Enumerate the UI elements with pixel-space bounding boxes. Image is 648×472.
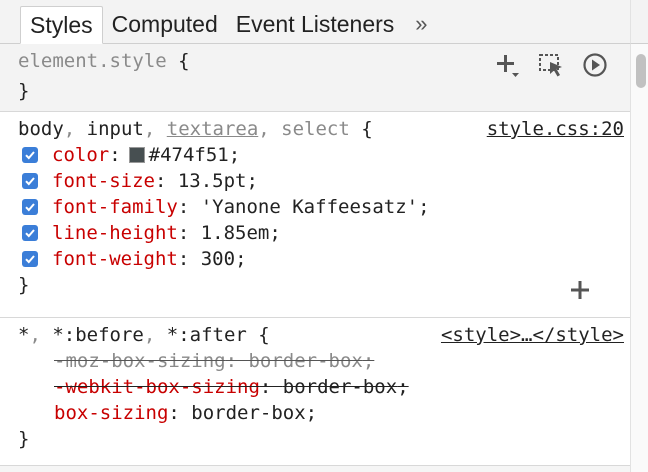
property-name[interactable]: color	[52, 142, 109, 168]
tab-styles[interactable]: Styles	[20, 6, 103, 44]
property-checkbox[interactable]	[22, 225, 38, 241]
plus-icon[interactable]	[568, 278, 592, 302]
property-value[interactable]: 1.85em	[201, 220, 270, 246]
tab-bar-corner	[630, 0, 648, 44]
open-brace: {	[178, 50, 190, 72]
open-brace: {	[361, 118, 373, 140]
property-row: font-weight: 300;	[22, 246, 247, 272]
vertical-scrollbar[interactable]	[630, 44, 648, 472]
property-value[interactable]: 'Yanone Kaffeesatz'	[201, 194, 418, 220]
selector-after[interactable]: *:after	[167, 324, 247, 346]
property-name[interactable]: -webkit-box-sizing	[54, 374, 260, 400]
selector-textarea[interactable]: textarea	[167, 118, 259, 140]
rule-selector-line: *, *:before, *:after {	[18, 324, 270, 346]
selector-universal[interactable]: *	[18, 324, 29, 346]
color-swatch[interactable]	[128, 147, 145, 163]
property-value[interactable]: border-box	[191, 400, 305, 426]
property-name[interactable]: -moz-box-sizing	[54, 348, 226, 374]
property-name[interactable]: line-height	[52, 220, 178, 246]
style-toolbar	[492, 50, 610, 80]
close-brace[interactable]: }	[18, 272, 29, 298]
tab-event-listeners[interactable]: Event Listeners	[227, 6, 404, 44]
animations-icon[interactable]	[580, 50, 610, 80]
close-brace[interactable]: }	[18, 78, 29, 104]
rule-style-css: body, input, textarea, select { style.cs…	[0, 112, 630, 318]
property-row: box-sizing: border-box;	[54, 400, 318, 426]
property-value[interactable]: 13.5pt	[178, 168, 247, 194]
property-row: font-family: 'Yanone Kaffeesatz';	[22, 194, 430, 220]
selector-select[interactable]: select	[281, 118, 350, 140]
element-state-icon[interactable]	[536, 50, 566, 80]
property-name[interactable]: box-sizing	[54, 400, 168, 426]
property-value[interactable]: border-box	[248, 348, 362, 374]
panel-tab-bar: Styles Computed Event Listeners »	[0, 0, 630, 44]
property-row: color: #474f51;	[22, 142, 240, 168]
element-style-header: element.style {	[18, 48, 190, 74]
property-value[interactable]: #474f51	[149, 142, 229, 168]
rule-inline-style: *, *:before, *:after { <style>…</style> …	[0, 318, 630, 466]
tab-computed[interactable]: Computed	[103, 6, 227, 44]
property-checkbox[interactable]	[22, 199, 38, 215]
element-style-section: element.style { }	[0, 44, 630, 112]
property-row-overridden: -moz-box-sizing: border-box;	[54, 348, 375, 374]
selector-input[interactable]: input	[87, 118, 144, 140]
property-checkbox[interactable]	[22, 173, 38, 189]
more-tabs-chevron-icon[interactable]: »	[403, 6, 439, 44]
close-brace[interactable]: }	[18, 426, 29, 452]
rule-selector-line: body, input, textarea, select {	[18, 118, 373, 140]
next-rule-partial	[0, 466, 630, 472]
selector-before[interactable]: *:before	[52, 324, 144, 346]
element-style-selector: element.style	[18, 50, 167, 72]
property-value[interactable]: border-box	[283, 374, 397, 400]
property-row: font-size: 13.5pt;	[22, 168, 258, 194]
source-link-inline-style[interactable]: <style>…</style>	[441, 322, 624, 348]
open-brace: {	[258, 324, 270, 346]
property-name[interactable]: font-size	[52, 168, 155, 194]
property-row-overridden: -webkit-box-sizing: border-box;	[54, 374, 409, 400]
property-name[interactable]: font-weight	[52, 246, 178, 272]
property-name[interactable]: font-family	[52, 194, 178, 220]
property-checkbox[interactable]	[22, 251, 38, 267]
selector-body[interactable]: body	[18, 118, 64, 140]
source-link-style-css[interactable]: style.css:20	[487, 116, 624, 142]
scrollbar-thumb[interactable]	[636, 54, 646, 88]
new-style-rule-icon[interactable]	[492, 50, 522, 80]
property-row: line-height: 1.85em;	[22, 220, 281, 246]
property-value[interactable]: 300	[201, 246, 235, 272]
styles-pane: element.style { } body, input, textarea,…	[0, 44, 630, 472]
property-checkbox[interactable]	[22, 147, 38, 163]
